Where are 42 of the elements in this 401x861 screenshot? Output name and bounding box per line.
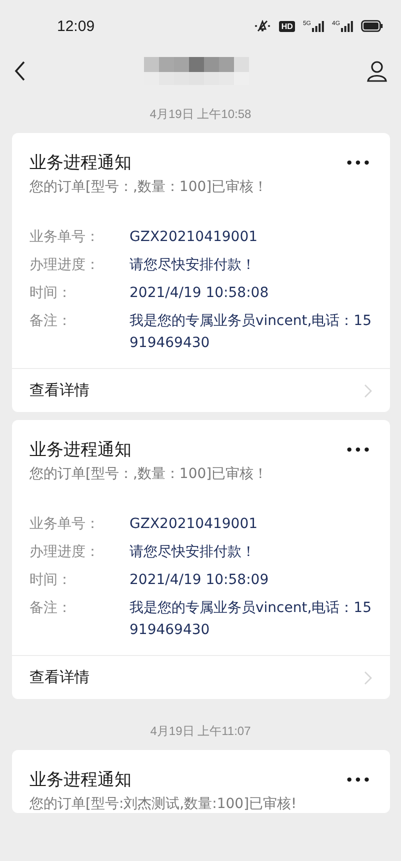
card-summary: 您的订单[型号：,数量：100]已审核！: [28, 465, 269, 483]
view-details-link[interactable]: 查看详情: [30, 668, 90, 687]
field-value: 2021/4/19 10:58:09: [130, 571, 270, 590]
field-label: 办理进度：: [30, 543, 100, 562]
notification-card[interactable]: 业务进程通知 ••• 您的订单[型号：,数量：100]已审核！ 业务单号： GZX20210419001 办理进度： 请您尽快安排付款！ 时间： 2021/4/19 10:58:09 备注： 我是您的专属业务员vincent,电话：15919469430 查看详情: [12, 420, 390, 699]
field-label: 业务单号：: [30, 228, 100, 247]
field-value: GZX20210419001: [130, 515, 259, 534]
card-title: 业务进程通知: [30, 769, 132, 791]
field-value: 请您尽快安排付款！: [130, 256, 256, 275]
card-summary: 您的订单[型号：,数量：100]已审核！: [28, 178, 269, 196]
card-title: 业务进程通知: [30, 439, 132, 461]
field-label: 备注：: [30, 312, 72, 331]
field-value: GZX20210419001: [130, 228, 259, 247]
signal-icon: [312, 20, 324, 32]
field-value: 我是您的专属业务员vincent,电话：15919469430: [130, 599, 372, 640]
more-button[interactable]: •••: [345, 156, 372, 170]
more-button[interactable]: •••: [345, 442, 372, 456]
mute-bell-icon: [254, 20, 272, 32]
field-value: 请您尽快安排付款！: [130, 543, 256, 562]
field-label: 时间：: [30, 284, 72, 303]
view-details-link[interactable]: 查看详情: [30, 381, 90, 400]
more-button[interactable]: •••: [345, 772, 372, 786]
hd-badge: HD: [279, 20, 295, 32]
field-label: 业务单号：: [30, 515, 100, 534]
notification-card[interactable]: 业务进程通知 ••• 您的订单[型号:刘杰测试,数量:100]已审核!: [12, 750, 390, 813]
field-value: 我是您的专属业务员vincent,电话：15919469430: [130, 312, 372, 353]
field-label: 时间：: [30, 571, 72, 590]
chevron-right-icon: [364, 384, 372, 398]
back-icon[interactable]: [14, 61, 26, 81]
person-icon[interactable]: [366, 60, 388, 82]
card-summary: 您的订单[型号:刘杰测试,数量:100]已审核!: [28, 795, 298, 813]
field-label: 办理进度：: [30, 256, 100, 275]
status-time: 12:09: [57, 18, 95, 34]
field-label: 备注：: [30, 599, 72, 618]
field-value: 2021/4/19 10:58:08: [130, 284, 270, 303]
chevron-right-icon: [364, 670, 372, 684]
card-title: 业务进程通知: [30, 152, 132, 174]
signal-icon: [341, 20, 353, 32]
notification-card[interactable]: 业务进程通知 ••• 您的订单[型号：,数量：100]已审核！ 业务单号： GZX20210419001 办理进度： 请您尽快安排付款！ 时间： 2021/4/19 10:58:08 备注： 我是您的专属业务员vincent,电话：15919469430 查看详情: [12, 133, 390, 412]
message-timestamp: 4月19日 上午10:58: [150, 106, 252, 123]
message-timestamp: 4月19日 上午11:07: [150, 723, 251, 740]
battery-icon: [361, 20, 383, 32]
